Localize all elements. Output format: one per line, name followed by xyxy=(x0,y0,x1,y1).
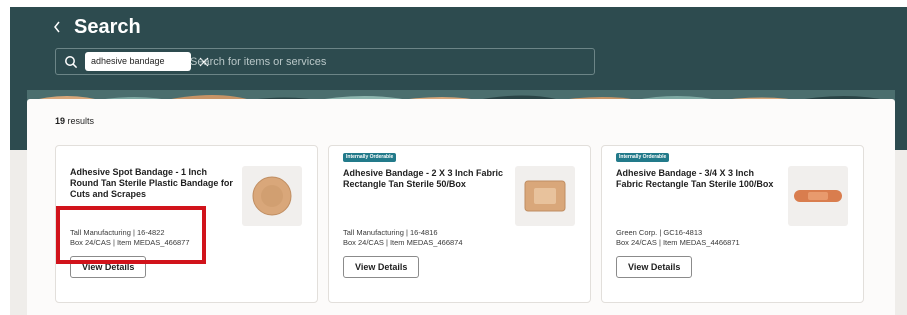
product-card: Internally Orderable Adhesive Bandage - … xyxy=(328,145,591,303)
results-count: 19 results xyxy=(55,116,94,126)
chevron-left-icon xyxy=(54,21,60,33)
results-label: results xyxy=(65,116,95,126)
product-card: Internally Orderable Adhesive Bandage - … xyxy=(601,145,864,303)
product-packaging: Box 24/CAS | Item MEDAS_4466871 xyxy=(616,238,740,247)
search-input[interactable] xyxy=(190,53,580,71)
product-meta: Green Corp. | GC16-4813 Box 24/CAS | Ite… xyxy=(616,228,740,248)
product-title[interactable]: Adhesive Bandage - 2 X 3 Inch Fabric Rec… xyxy=(343,168,508,190)
rectangle-bandage-image xyxy=(515,166,575,226)
product-vendor: Green Corp. | GC16-4813 xyxy=(616,228,703,237)
search-page: Search adhesive bandage Search for items… xyxy=(10,7,907,315)
round-bandage-graphic xyxy=(252,176,292,216)
strip-bandage-image xyxy=(788,166,848,226)
search-filter-chip: adhesive bandage xyxy=(85,52,191,71)
product-meta: Tall Manufacturing | 16-4816 Box 24/CAS … xyxy=(343,228,463,248)
back-button[interactable] xyxy=(52,16,66,38)
results-number: 19 xyxy=(55,116,66,126)
internally-orderable-badge: Internally Orderable xyxy=(343,153,397,162)
search-bar[interactable]: adhesive bandage xyxy=(55,48,595,75)
view-details-button[interactable]: View Details xyxy=(616,256,693,278)
rectangle-bandage-graphic xyxy=(524,180,566,212)
round-bandage-image xyxy=(242,166,302,226)
page-title: Search xyxy=(74,16,141,38)
product-vendor: Tall Manufacturing | 16-4816 xyxy=(343,228,438,237)
product-packaging: Box 24/CAS | Item MEDAS_466874 xyxy=(343,238,463,247)
highlight-annotation xyxy=(56,206,206,264)
view-details-button[interactable]: View Details xyxy=(343,256,420,278)
product-title[interactable]: Adhesive Spot Bandage - 1 Inch Round Tan… xyxy=(70,167,235,200)
search-icon xyxy=(65,56,78,69)
strip-bandage-graphic xyxy=(794,190,842,202)
product-title[interactable]: Adhesive Bandage - 3/4 X 3 Inch Fabric R… xyxy=(616,168,781,190)
internally-orderable-badge: Internally Orderable xyxy=(616,153,670,162)
search-chip-label: adhesive bandage xyxy=(91,56,165,66)
